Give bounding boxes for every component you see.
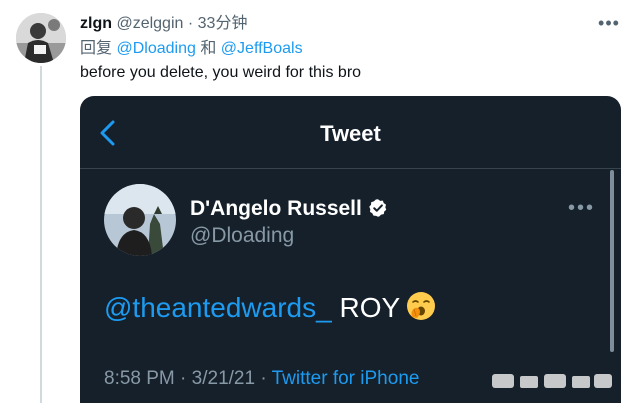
embedded-tweet-body: @theantedwards_ ROY [104, 290, 436, 326]
meta-separator: · [260, 368, 267, 389]
separator-dot: · [187, 15, 194, 32]
reply-joiner: 和 [200, 40, 217, 57]
avatar-image [16, 13, 66, 63]
embedded-avatar [104, 184, 176, 256]
replying-to: 回复 @Dloading 和 @JeffBoals [80, 39, 303, 59]
watermark [492, 374, 612, 388]
reply-mention-jeffboals[interactable]: @JeffBoals [221, 40, 303, 57]
scrollbar [610, 170, 614, 352]
thread-line [40, 66, 42, 403]
embedded-author-name: D'Angelo Russell [190, 196, 388, 222]
embedded-tweet-meta: 8:58 PM · 3/21/21 · Twitter for iPhone [104, 366, 419, 392]
divider [80, 168, 621, 169]
meta-separator: · [180, 368, 187, 389]
embedded-body-text: ROY [339, 292, 401, 323]
yawning-face-emoji-icon [407, 292, 436, 320]
embedded-author-name-text: D'Angelo Russell [190, 197, 362, 220]
screenshot-page-title: Tweet [320, 121, 381, 146]
embedded-avatar-image [104, 184, 176, 256]
author-handle[interactable]: @zelggin [116, 15, 183, 32]
embedded-time: 8:58 PM [104, 368, 175, 389]
embedded-source: Twitter for iPhone [271, 368, 420, 389]
attached-screenshot[interactable]: Tweet D'Angelo Russell @Dloading ••• @th… [80, 96, 621, 403]
author-name[interactable]: zlgn [80, 15, 112, 32]
reply-mention-dloading[interactable]: @Dloading [116, 40, 195, 57]
more-horizontal-icon[interactable]: ••• [596, 14, 622, 34]
embedded-date: 3/21/21 [191, 368, 256, 389]
more-horizontal-icon: ••• [568, 197, 596, 219]
embedded-author-handle: @Dloading [190, 224, 295, 247]
avatar[interactable] [16, 13, 66, 63]
tweet-header: zlgn @zelggin · 33分钟 [80, 14, 247, 34]
reply-prefix: 回复 [80, 40, 113, 57]
tweet-text: before you delete, you weird for this br… [80, 64, 362, 81]
embedded-mention: @theantedwards_ [104, 292, 332, 323]
verified-badge-icon [369, 199, 387, 217]
timestamp[interactable]: 33分钟 [198, 15, 248, 32]
